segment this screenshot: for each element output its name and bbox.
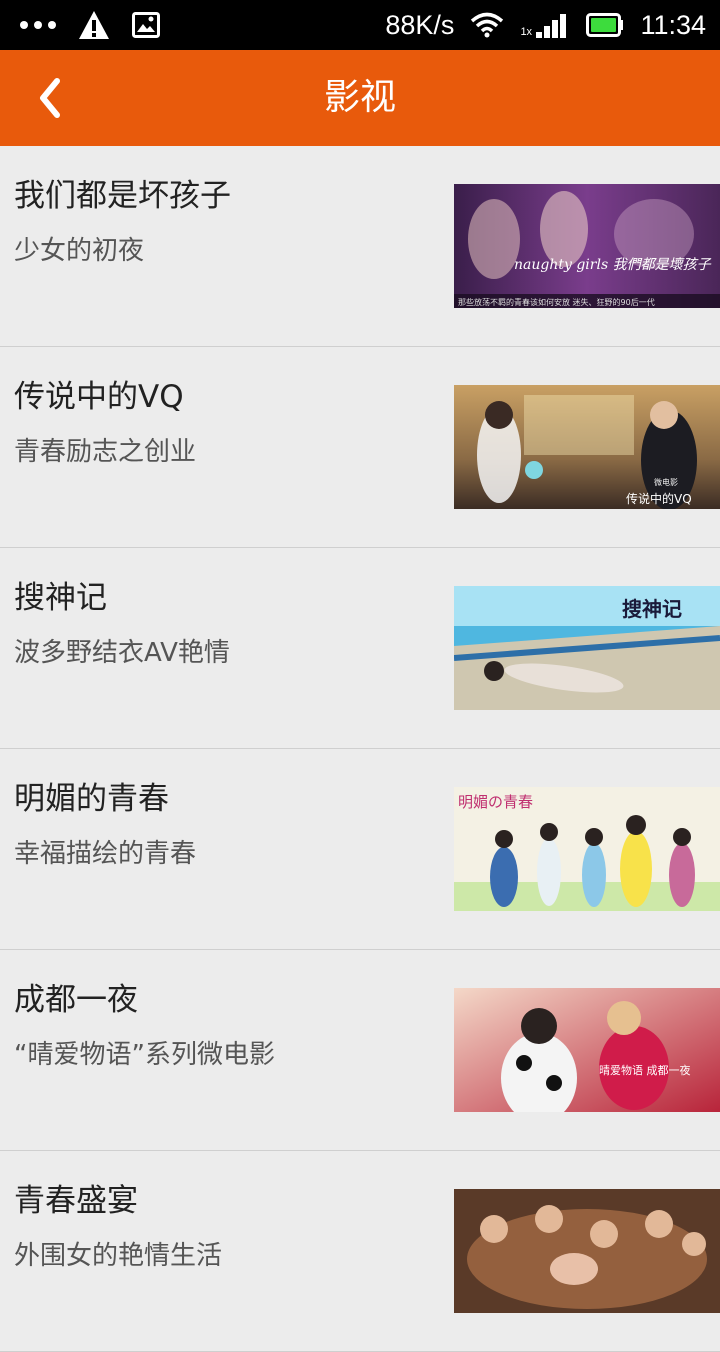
- item-title: 搜神记: [14, 580, 107, 616]
- more-dots-icon: [20, 21, 56, 29]
- item-thumbnail: 搜神记: [454, 586, 720, 710]
- thumb-overlay-text: 晴爱物语 成都一夜: [599, 1063, 691, 1077]
- list-item[interactable]: 青春盛宴 外围女的艳情生活: [0, 1151, 720, 1352]
- item-subtitle: 青春励志之创业: [14, 437, 197, 467]
- warning-icon: [79, 11, 109, 39]
- battery-icon: [586, 13, 624, 37]
- item-thumbnail: 晴爱物语 成都一夜: [454, 988, 720, 1112]
- item-title: 青春盛宴: [14, 1183, 138, 1219]
- item-subtitle: 波多野结衣AV艳情: [14, 638, 230, 668]
- list-item[interactable]: 我们都是坏孩子 少女的初夜 naughty girls 我們都是壞孩子 那些放荡…: [0, 146, 720, 347]
- item-thumbnail: 传说中的VQ 微电影: [454, 385, 720, 509]
- item-subtitle: 幸福描绘的青春: [14, 839, 197, 869]
- thumb-overlay-text: 传说中的VQ: [626, 491, 692, 506]
- item-title: 我们都是坏孩子: [14, 178, 231, 214]
- item-title: 明媚的青春: [14, 781, 169, 817]
- item-title: 传说中的VQ: [14, 379, 184, 415]
- page-title: 影视: [323, 77, 396, 118]
- status-bar: 88K/s 1x 11:34: [0, 0, 720, 50]
- item-thumbnail: naughty girls 我們都是壞孩子 那些放荡不羁的青春该如何安放 迷失、…: [454, 184, 720, 308]
- list-item[interactable]: 搜神记 波多野结衣AV艳情 搜神记: [0, 548, 720, 749]
- thumb-overlay-text: 搜神记: [622, 597, 682, 621]
- thumb-caption: 微电影: [654, 477, 678, 487]
- item-subtitle: “晴爱物语”系列微电影: [14, 1040, 275, 1070]
- thumb-overlay-text: naughty girls 我們都是壞孩子: [514, 257, 712, 273]
- chevron-left-icon: [40, 78, 60, 118]
- thumb-overlay-text: 明媚の青春: [458, 793, 533, 811]
- item-subtitle: 外围女的艳情生活: [14, 1241, 223, 1271]
- thumb-caption: 那些放荡不羁的青春该如何安放 迷失、狂野的90后一代: [458, 297, 655, 307]
- clock: 11:34: [640, 9, 706, 40]
- list-item[interactable]: 传说中的VQ 青春励志之创业 传说中的VQ 微电影: [0, 347, 720, 548]
- item-title: 成都一夜: [14, 982, 138, 1018]
- network-speed: 88K/s: [385, 9, 455, 40]
- video-list: 我们都是坏孩子 少女的初夜 naughty girls 我們都是壞孩子 那些放荡…: [0, 146, 720, 1352]
- list-item[interactable]: 成都一夜 “晴爱物语”系列微电影 晴爱物语 成都一夜: [0, 950, 720, 1151]
- item-subtitle: 少女的初夜: [14, 236, 145, 266]
- back-button[interactable]: [26, 66, 74, 130]
- item-thumbnail: 明媚の青春: [454, 787, 720, 911]
- image-icon: [132, 12, 160, 38]
- item-thumbnail: [454, 1189, 720, 1313]
- nav-bar: 影视: [0, 50, 720, 146]
- list-item[interactable]: 明媚的青春 幸福描绘的青春 明媚の青春: [0, 749, 720, 950]
- signal-icon: 1x: [520, 10, 570, 40]
- wifi-icon: [471, 12, 504, 38]
